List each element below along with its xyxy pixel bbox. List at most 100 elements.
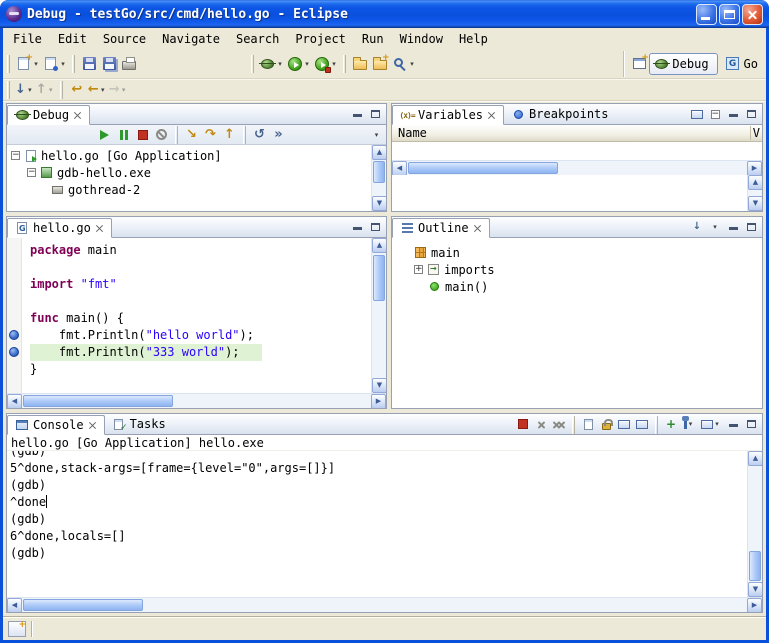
save-all-button[interactable] bbox=[99, 52, 119, 76]
dropdown-arrow-icon[interactable] bbox=[687, 420, 695, 428]
outline-package-row[interactable]: main bbox=[392, 244, 762, 261]
console-vertical-scrollbar[interactable] bbox=[747, 451, 762, 597]
scroll-lock-button[interactable] bbox=[597, 416, 615, 432]
search-button[interactable] bbox=[390, 52, 417, 76]
outline-imports-row[interactable]: imports bbox=[392, 261, 762, 278]
eclipse-logo-icon[interactable] bbox=[6, 6, 22, 22]
save-button[interactable] bbox=[79, 52, 99, 76]
maximize-view-button[interactable] bbox=[742, 106, 760, 122]
collapse-all-button[interactable] bbox=[706, 106, 724, 122]
instruction-pointer-icon[interactable] bbox=[9, 347, 19, 357]
previous-annotation-button[interactable] bbox=[35, 80, 56, 100]
scroll-down-button[interactable] bbox=[372, 378, 386, 393]
debug-tree-process-row[interactable]: gdb-hello.exe bbox=[7, 164, 371, 181]
toolbar-grip[interactable] bbox=[7, 55, 10, 73]
dropdown-arrow-icon[interactable] bbox=[32, 60, 40, 68]
resume-button[interactable] bbox=[95, 126, 114, 144]
scroll-up-button[interactable] bbox=[372, 238, 386, 253]
minimize-button[interactable] bbox=[696, 4, 717, 25]
scroll-up-button[interactable] bbox=[372, 145, 386, 160]
dropdown-arrow-icon[interactable] bbox=[99, 86, 107, 94]
outline-tree[interactable]: main imports main() bbox=[392, 238, 762, 408]
display-console-button[interactable] bbox=[680, 416, 698, 432]
maximize-view-button[interactable] bbox=[742, 416, 760, 432]
tab-console[interactable]: Console bbox=[7, 415, 105, 435]
maximize-button[interactable] bbox=[719, 4, 740, 25]
minimize-view-button[interactable] bbox=[348, 219, 366, 235]
toolbar-grip[interactable] bbox=[655, 416, 658, 434]
scrollbar-thumb[interactable] bbox=[749, 551, 761, 581]
scroll-down-button[interactable] bbox=[372, 196, 386, 211]
print-button[interactable] bbox=[119, 52, 139, 76]
perspective-debug-button[interactable]: Debug bbox=[649, 53, 717, 75]
next-annotation-button[interactable] bbox=[14, 80, 35, 100]
toolbar-grip[interactable] bbox=[343, 55, 346, 73]
scroll-right-button[interactable] bbox=[747, 598, 762, 613]
back-button[interactable] bbox=[87, 80, 108, 100]
variables-tree[interactable] bbox=[392, 142, 762, 160]
editor-vertical-scrollbar[interactable] bbox=[371, 238, 386, 393]
dropdown-arrow-icon[interactable] bbox=[303, 60, 311, 68]
disconnect-button[interactable] bbox=[152, 126, 171, 144]
variables-detail-text[interactable] bbox=[392, 175, 747, 211]
toolbar-grip[interactable] bbox=[251, 55, 254, 73]
menu-run[interactable]: Run bbox=[354, 30, 392, 48]
variables-column-header[interactable]: Name V bbox=[392, 125, 762, 142]
open-folder-button[interactable] bbox=[350, 52, 370, 76]
toolbar-grip[interactable] bbox=[572, 416, 575, 434]
step-into-button[interactable] bbox=[182, 126, 201, 144]
menu-source[interactable]: Source bbox=[95, 30, 154, 48]
outline-method-row[interactable]: main() bbox=[392, 278, 762, 295]
code-area[interactable]: package main import "fmt" func main() { … bbox=[22, 238, 371, 393]
scroll-down-button[interactable] bbox=[748, 196, 763, 211]
fast-view-icon[interactable] bbox=[8, 621, 26, 637]
breakpoint-icon[interactable] bbox=[9, 330, 19, 340]
show-type-names-button[interactable] bbox=[688, 106, 706, 122]
minimize-view-button[interactable] bbox=[724, 416, 742, 432]
scroll-down-button[interactable] bbox=[748, 582, 762, 597]
scrollbar-track[interactable] bbox=[748, 466, 762, 582]
dropdown-arrow-icon[interactable] bbox=[26, 86, 34, 94]
variables-detail-pane[interactable] bbox=[392, 175, 762, 211]
perspective-go-button[interactable]: Go bbox=[718, 53, 766, 75]
view-menu-button[interactable] bbox=[706, 219, 724, 235]
menu-file[interactable]: File bbox=[5, 30, 50, 48]
tab-variables[interactable]: Variables bbox=[392, 105, 504, 125]
show-stderr-button[interactable] bbox=[633, 416, 651, 432]
console-horizontal-scrollbar[interactable] bbox=[7, 597, 762, 612]
drop-to-frame-button[interactable] bbox=[250, 126, 269, 144]
debug-tree-thread-row[interactable]: gothread-2 bbox=[7, 181, 371, 198]
step-filters-button[interactable] bbox=[269, 126, 288, 144]
run-launch-button[interactable] bbox=[285, 52, 312, 76]
toolbar-grip[interactable] bbox=[72, 55, 75, 73]
scroll-up-button[interactable] bbox=[748, 175, 763, 190]
menu-window[interactable]: Window bbox=[392, 30, 451, 48]
tab-debug[interactable]: Debug bbox=[7, 105, 90, 125]
debug-tree-launch-row[interactable]: hello.go [Go Application] bbox=[7, 147, 371, 164]
title-bar[interactable]: Debug - testGo/src/cmd/hello.go - Eclips… bbox=[0, 0, 769, 28]
scroll-left-button[interactable] bbox=[392, 161, 407, 176]
tab-close-icon[interactable] bbox=[95, 224, 104, 233]
open-resource-button[interactable] bbox=[370, 52, 390, 76]
scroll-up-button[interactable] bbox=[748, 451, 762, 466]
tab-hello-go[interactable]: hello.go bbox=[7, 218, 112, 238]
detail-vertical-scrollbar[interactable] bbox=[747, 175, 762, 211]
terminate-button[interactable] bbox=[514, 416, 532, 432]
open-perspective-button[interactable] bbox=[629, 52, 649, 76]
tab-close-icon[interactable] bbox=[487, 111, 496, 120]
sort-button[interactable] bbox=[688, 219, 706, 235]
dropdown-arr ow-icon[interactable] bbox=[330, 60, 338, 68]
scroll-left-button[interactable] bbox=[7, 598, 22, 613]
step-return-button[interactable] bbox=[220, 126, 239, 144]
dropdown-arrow-icon[interactable] bbox=[47, 86, 55, 94]
toolbar-grip[interactable] bbox=[7, 81, 10, 99]
scroll-left-button[interactable] bbox=[7, 394, 22, 409]
scrollbar-thumb[interactable] bbox=[373, 255, 385, 301]
menu-help[interactable]: Help bbox=[451, 30, 496, 48]
maximize-view-button[interactable] bbox=[366, 219, 384, 235]
scrollbar-thumb[interactable] bbox=[23, 599, 143, 611]
minimize-view-button[interactable] bbox=[348, 106, 366, 122]
tab-close-icon[interactable] bbox=[73, 111, 82, 120]
external-tools-button[interactable] bbox=[312, 52, 339, 76]
menu-navigate[interactable]: Navigate bbox=[154, 30, 228, 48]
